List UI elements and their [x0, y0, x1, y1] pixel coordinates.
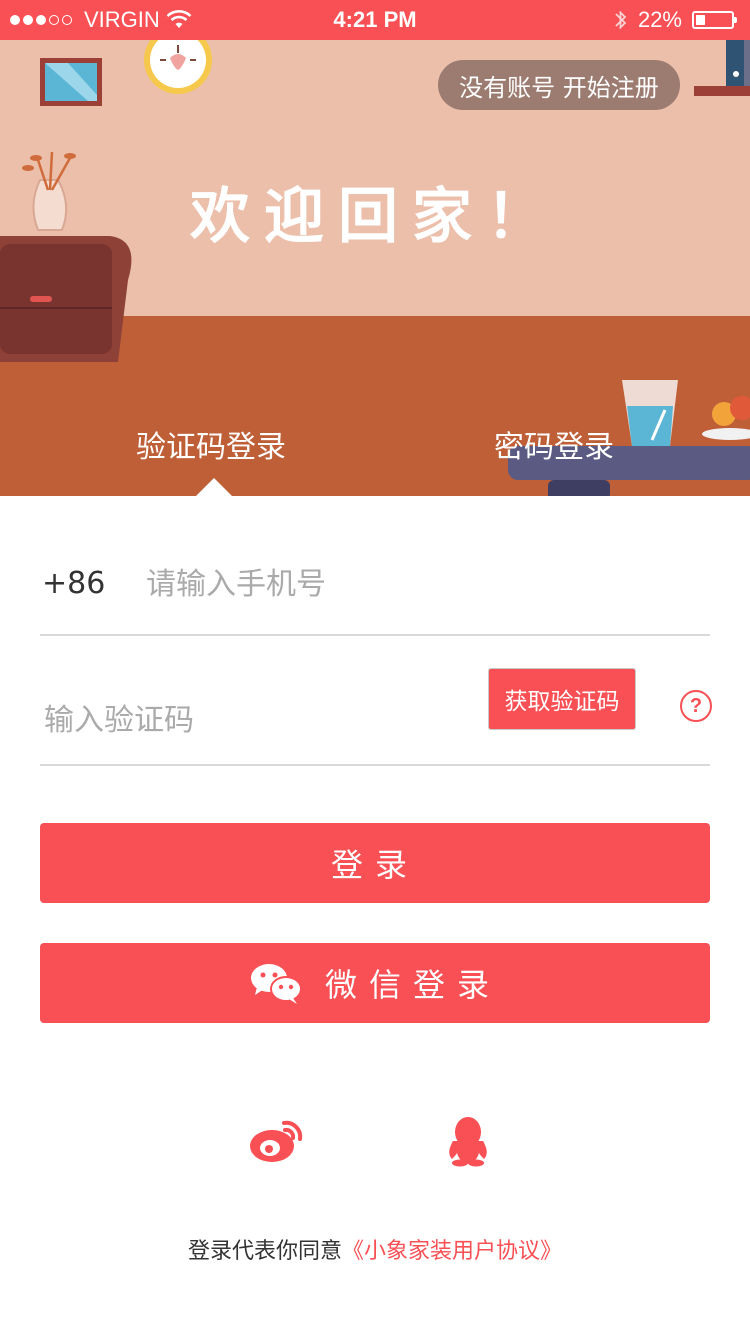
bluetooth-icon	[615, 10, 627, 30]
glass-icon	[622, 380, 678, 446]
active-tab-indicator	[196, 478, 232, 496]
welcome-title: 欢迎回家！	[190, 182, 560, 252]
bookshelf-icon	[694, 40, 750, 96]
qq-icon	[449, 1117, 487, 1167]
login-button[interactable]: 登录	[40, 823, 710, 903]
register-button[interactable]: 没有账号 开始注册	[438, 60, 680, 110]
battery-icon	[692, 11, 737, 29]
country-code[interactable]: +86	[42, 566, 105, 601]
login-label: 登录	[330, 846, 419, 884]
phone-input[interactable]	[144, 558, 668, 610]
status-right: 22%	[614, 7, 737, 33]
qq-login-button[interactable]	[444, 1115, 492, 1171]
weibo-login-button[interactable]	[248, 1115, 308, 1169]
tab-sms-login[interactable]: 验证码登录	[136, 422, 286, 466]
picture-frame-icon	[40, 58, 102, 106]
agreement-prefix: 登录代表你同意	[187, 1239, 342, 1264]
hero-banner: 没有账号 开始注册 欢迎回家！ 验证码登录 密码登录	[0, 40, 750, 496]
agreement-link[interactable]: 《小象家装用户协议》	[342, 1239, 562, 1264]
verification-code-input[interactable]	[42, 694, 466, 746]
fruit-plate-icon	[702, 396, 750, 440]
wall-clock-icon	[144, 40, 212, 94]
battery-percent: 22%	[637, 7, 682, 32]
weibo-icon	[250, 1120, 303, 1162]
wechat-icon	[250, 964, 302, 1004]
verification-code-row: 获取验证码 ?	[40, 668, 712, 766]
tab-password-login[interactable]: 密码登录	[494, 422, 614, 466]
agreement-text: 登录代表你同意《小象家装用户协议》	[0, 1233, 750, 1265]
status-bar: VIRGIN 4:21 PM 22%	[0, 0, 750, 40]
phone-row: +86	[40, 540, 710, 636]
get-code-button[interactable]: 获取验证码	[488, 668, 636, 730]
wechat-login-button[interactable]: 微信登录	[40, 943, 710, 1023]
help-icon[interactable]: ?	[680, 690, 712, 722]
wechat-login-label: 微信登录	[324, 966, 501, 1004]
